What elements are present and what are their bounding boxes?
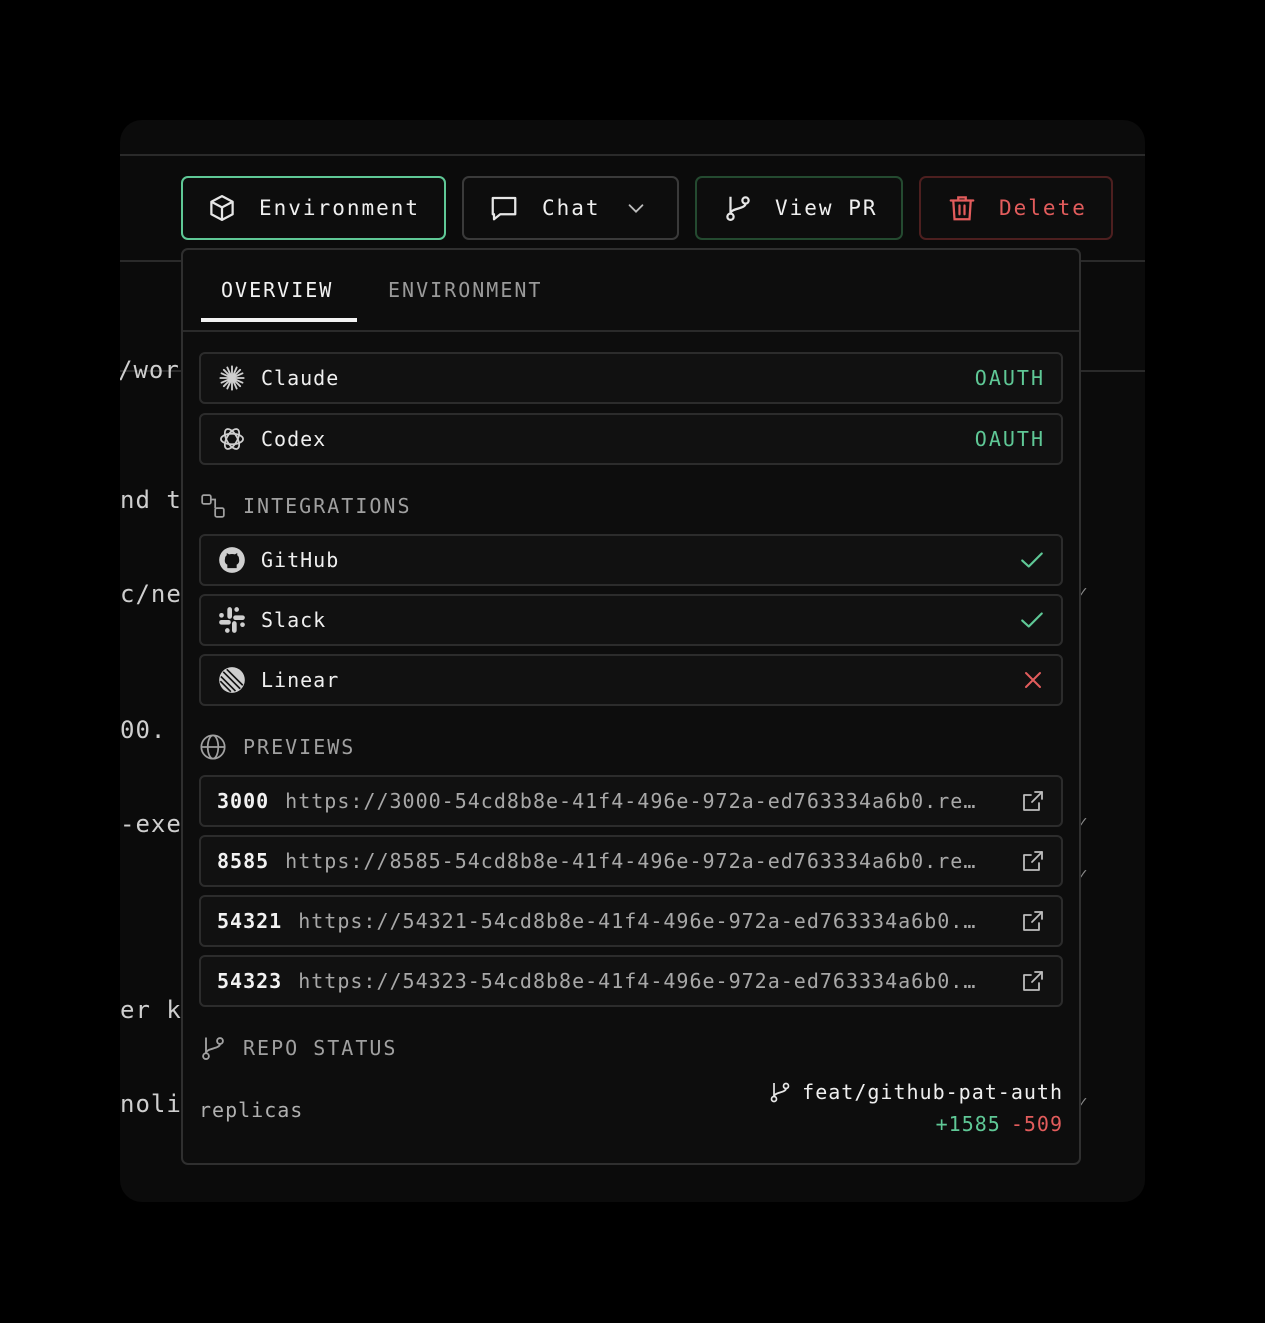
git-branch-icon bbox=[770, 1082, 790, 1103]
environment-button-label: Environment bbox=[259, 196, 421, 220]
preview-port: 54323 bbox=[217, 969, 283, 993]
agent-row-claude: Claude OAUTH bbox=[199, 352, 1063, 404]
external-link-icon[interactable] bbox=[1021, 969, 1045, 993]
preview-row[interactable]: 54321 https://54321-54cd8b8e-41f4-496e-9… bbox=[199, 895, 1063, 947]
environment-button[interactable]: Environment bbox=[181, 176, 446, 240]
integration-row-linear: Linear bbox=[199, 654, 1063, 706]
background-text: er k bbox=[120, 996, 182, 1024]
chat-button[interactable]: Chat bbox=[462, 176, 679, 240]
preview-row[interactable]: 3000 https://3000-54cd8b8e-41f4-496e-972… bbox=[199, 775, 1063, 827]
git-branch-icon bbox=[723, 192, 753, 224]
tab-bar: OVERVIEW ENVIRONMENT bbox=[183, 250, 1079, 332]
preview-port: 8585 bbox=[217, 849, 270, 873]
check-icon bbox=[1019, 607, 1045, 633]
repo-name: replicas bbox=[199, 1098, 304, 1122]
background-text: /wor bbox=[120, 356, 180, 384]
background-text: 00. bbox=[120, 716, 167, 744]
linear-icon bbox=[217, 665, 247, 695]
openai-icon bbox=[217, 424, 247, 454]
preview-port: 3000 bbox=[217, 789, 270, 813]
integrations-header: INTEGRATIONS bbox=[199, 492, 412, 520]
check-icon bbox=[1019, 547, 1045, 573]
trash-icon bbox=[947, 192, 977, 224]
view-pr-button[interactable]: View PR bbox=[695, 176, 903, 240]
divider bbox=[120, 154, 1145, 156]
additions-count: +1585 bbox=[935, 1112, 1001, 1136]
chat-button-label: Chat bbox=[542, 196, 601, 220]
diff-stats: +1585 -509 bbox=[936, 1112, 1063, 1136]
slack-icon bbox=[217, 605, 247, 635]
preview-url[interactable]: https://3000-54cd8b8e-41f4-496e-972a-ed7… bbox=[285, 789, 985, 813]
preview-url[interactable]: https://8585-54cd8b8e-41f4-496e-972a-ed7… bbox=[285, 849, 985, 873]
integration-name: Linear bbox=[261, 668, 340, 692]
integration-row-slack: Slack bbox=[199, 594, 1063, 646]
auth-badge: OAUTH bbox=[974, 366, 1045, 390]
background-text: nd t bbox=[120, 486, 182, 514]
preview-url[interactable]: https://54323-54cd8b8e-41f4-496e-972a-ed… bbox=[298, 969, 984, 993]
delete-button-label: Delete bbox=[999, 196, 1087, 220]
auth-badge: OAUTH bbox=[974, 427, 1045, 451]
previews-title: PREVIEWS bbox=[243, 735, 356, 759]
branch-info: feat/github-pat-auth bbox=[768, 1080, 1063, 1104]
globe-icon bbox=[199, 733, 227, 761]
chevron-down-icon[interactable] bbox=[625, 197, 647, 219]
agent-name: Claude bbox=[261, 366, 340, 390]
branch-name: feat/github-pat-auth bbox=[802, 1080, 1063, 1104]
view-pr-button-label: View PR bbox=[775, 196, 878, 220]
preview-row[interactable]: 54323 https://54323-54cd8b8e-41f4-496e-9… bbox=[199, 955, 1063, 1007]
tab-overview[interactable]: OVERVIEW bbox=[221, 278, 333, 302]
claude-icon bbox=[217, 363, 247, 393]
cube-icon bbox=[207, 193, 237, 223]
agent-name: Codex bbox=[261, 427, 327, 451]
repo-status-title: REPO STATUS bbox=[243, 1036, 398, 1060]
preview-url[interactable]: https://54321-54cd8b8e-41f4-496e-972a-ed… bbox=[298, 909, 984, 933]
integration-name: GitHub bbox=[261, 548, 340, 572]
background-text: c/ne bbox=[120, 580, 182, 608]
repo-status-header: REPO STATUS bbox=[199, 1034, 397, 1062]
delete-button[interactable]: Delete bbox=[919, 176, 1113, 240]
integrations-title: INTEGRATIONS bbox=[243, 494, 412, 518]
github-icon bbox=[217, 545, 247, 575]
deletions-count: -509 bbox=[1010, 1112, 1063, 1136]
chat-bubble-icon bbox=[488, 193, 520, 223]
git-branch-icon bbox=[199, 1034, 227, 1062]
preview-port: 54321 bbox=[217, 909, 283, 933]
integration-row-github: GitHub bbox=[199, 534, 1063, 586]
integrations-icon bbox=[199, 492, 227, 520]
external-link-icon[interactable] bbox=[1021, 909, 1045, 933]
background-text: -exe bbox=[120, 810, 182, 838]
integration-name: Slack bbox=[261, 608, 327, 632]
previews-header: PREVIEWS bbox=[199, 733, 355, 761]
external-link-icon[interactable] bbox=[1021, 849, 1045, 873]
environment-dropdown: OVERVIEW ENVIRONMENT Claude OAUTH Codex … bbox=[181, 248, 1081, 1165]
preview-row[interactable]: 8585 https://8585-54cd8b8e-41f4-496e-972… bbox=[199, 835, 1063, 887]
external-link-icon[interactable] bbox=[1021, 789, 1045, 813]
agent-row-codex: Codex OAUTH bbox=[199, 413, 1063, 465]
close-icon bbox=[1021, 668, 1045, 692]
active-tab-indicator bbox=[201, 318, 357, 322]
tab-environment[interactable]: ENVIRONMENT bbox=[388, 278, 542, 302]
